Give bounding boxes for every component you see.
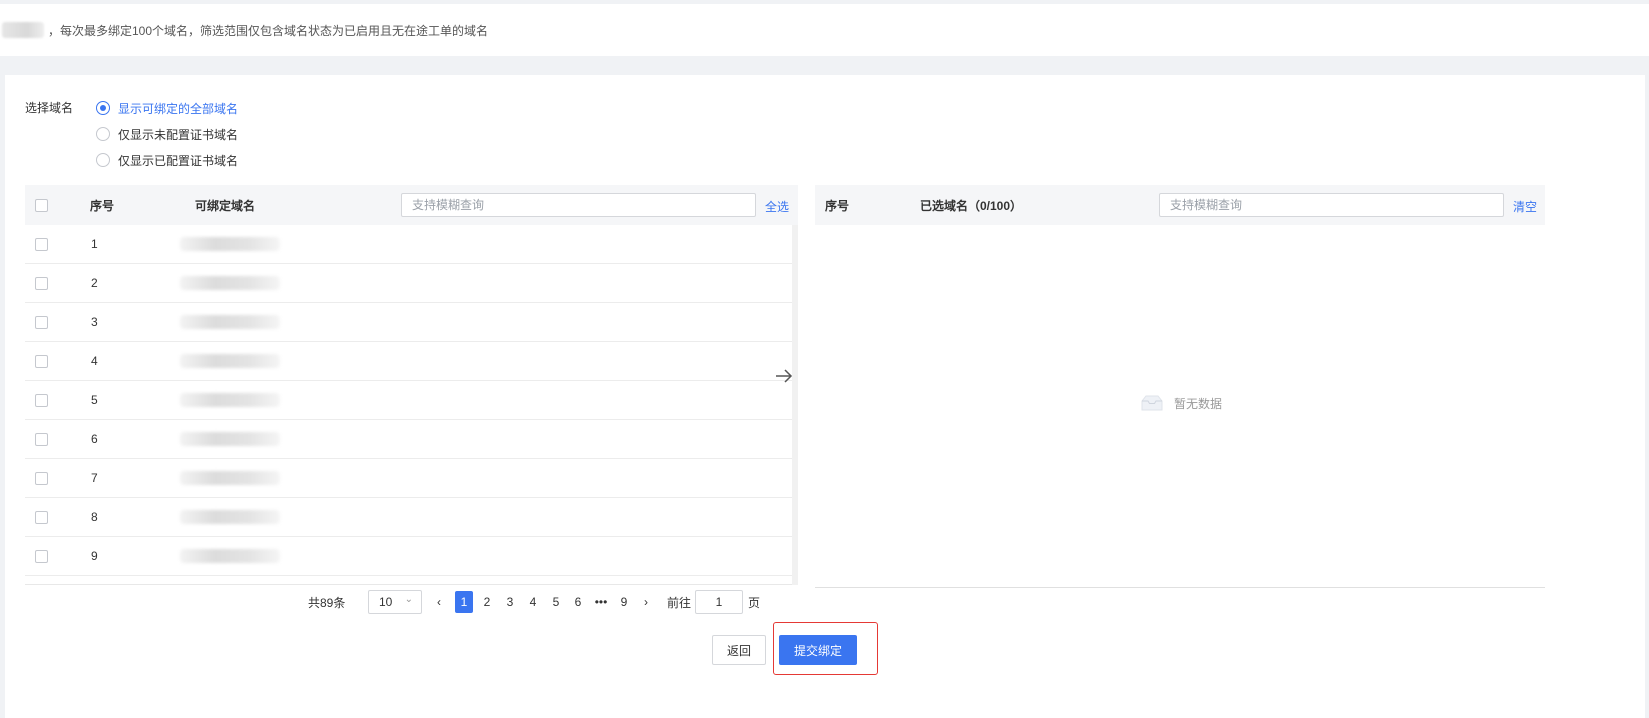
column-header-seq: 序号 — [90, 198, 115, 213]
table-row[interactable]: 7 — [25, 459, 792, 498]
radio-label: 显示可绑定的全部域名 — [118, 101, 239, 116]
row-seq: 5 — [91, 393, 98, 407]
page-2[interactable]: 2 — [478, 591, 496, 613]
page-9[interactable]: 9 — [615, 591, 633, 613]
page-size-select[interactable]: 10 ⌄ — [368, 590, 422, 614]
row-checkbox[interactable] — [35, 276, 48, 290]
radio-show-all[interactable]: 显示可绑定的全部域名 — [96, 95, 238, 121]
row-checkbox[interactable] — [35, 315, 48, 329]
radio-label: 仅显示未配置证书域名 — [118, 127, 239, 142]
notice-bar: ，每次最多绑定100个域名，筛选范围仅包含域名状态为已启用且无在途工单的域名 — [0, 4, 1649, 56]
row-seq: 9 — [91, 549, 98, 563]
redacted-domain — [180, 432, 280, 446]
row-checkbox[interactable] — [35, 549, 48, 563]
prev-page-icon[interactable]: ‹ — [430, 591, 448, 613]
total-count: 共89条 — [308, 595, 346, 610]
column-header-seq: 序号 — [825, 198, 850, 213]
empty-state: 暂无数据 — [1140, 393, 1222, 413]
redacted-domain — [180, 471, 280, 485]
clear-link[interactable]: 清空 — [1513, 198, 1537, 215]
column-header-domain: 可绑定域名 — [195, 198, 256, 213]
row-seq: 2 — [91, 276, 98, 290]
page-4[interactable]: 4 — [524, 591, 542, 613]
main-panel: 选择域名 显示可绑定的全部域名 仅显示未配置证书域名 仅显示已配置证书域名 序号… — [5, 75, 1645, 718]
table-header: 序号 已选域名（0/100） 清空 — [815, 185, 1545, 225]
radio-unchecked-icon — [96, 153, 110, 167]
redacted-domain — [180, 315, 280, 329]
page-5[interactable]: 5 — [547, 591, 565, 613]
row-checkbox[interactable] — [35, 510, 48, 524]
next-page-icon[interactable]: › — [637, 591, 655, 613]
redacted-domain — [180, 549, 280, 563]
select-all-link[interactable]: 全选 — [765, 198, 789, 215]
table-row[interactable]: 2 — [25, 264, 792, 303]
row-checkbox[interactable] — [35, 354, 48, 368]
row-seq: 6 — [91, 432, 98, 446]
page-size-value: 10 — [379, 595, 393, 609]
row-checkbox[interactable] — [35, 432, 48, 446]
available-domains-table: 序号 可绑定域名 全选 1 2 3 4 — [25, 185, 798, 585]
page-3[interactable]: 3 — [501, 591, 519, 613]
chevron-down-icon: ⌄ — [404, 594, 413, 605]
radio-show-unconfigured[interactable]: 仅显示未配置证书域名 — [96, 121, 238, 147]
row-seq: 3 — [91, 315, 98, 329]
select-domain-label: 选择域名 — [25, 101, 74, 115]
selected-domains-table: 序号 已选域名（0/100） 清空 暂无数据 — [815, 185, 1545, 588]
redacted-domain — [180, 510, 280, 524]
column-header-selected: 已选域名（0/100） — [920, 198, 1023, 213]
row-checkbox[interactable] — [35, 471, 48, 485]
table-row[interactable]: 6 — [25, 420, 792, 459]
radio-unchecked-icon — [96, 127, 110, 141]
pagination: 共89条 10 ⌄ ‹ 1 2 3 4 5 6 ••• 9 › 前往 页 — [25, 587, 798, 617]
table-header: 序号 可绑定域名 全选 — [25, 185, 798, 225]
table-row[interactable]: 5 — [25, 381, 792, 420]
vertical-scrollbar[interactable] — [792, 225, 798, 585]
table-row[interactable]: 8 — [25, 498, 792, 537]
arrow-right-icon[interactable] — [773, 365, 795, 387]
row-checkbox[interactable] — [35, 237, 48, 251]
redacted-domain — [180, 237, 280, 251]
table-row[interactable]: 3 — [25, 303, 792, 342]
selected-domain-search-input[interactable] — [1159, 193, 1504, 217]
radio-checked-icon — [96, 101, 110, 115]
table-row[interactable]: 1 — [25, 225, 792, 264]
table-body: 1 2 3 4 5 6 7 8 9 — [25, 225, 798, 585]
jump-page-input[interactable] — [695, 590, 743, 614]
row-checkbox[interactable] — [35, 393, 48, 407]
page-6[interactable]: 6 — [569, 591, 587, 613]
empty-box-icon — [1141, 395, 1163, 411]
back-button[interactable]: 返回 — [712, 635, 766, 665]
radio-label: 仅显示已配置证书域名 — [118, 153, 239, 168]
row-seq: 1 — [91, 237, 98, 251]
page-unit: 页 — [748, 595, 761, 610]
page-1[interactable]: 1 — [455, 591, 473, 613]
jump-label: 前往 — [667, 595, 692, 610]
row-seq: 7 — [91, 471, 98, 485]
more-pages-icon[interactable]: ••• — [592, 591, 610, 613]
redacted-domain — [180, 393, 280, 407]
table-row[interactable]: 10 — [25, 576, 792, 585]
select-all-checkbox[interactable] — [35, 199, 48, 212]
redacted-text — [2, 22, 44, 38]
row-seq: 4 — [91, 354, 98, 368]
redacted-domain — [180, 276, 280, 290]
notice-text: ，每次最多绑定100个域名，筛选范围仅包含域名状态为已启用且无在途工单的域名 — [48, 23, 489, 38]
radio-show-configured[interactable]: 仅显示已配置证书域名 — [96, 147, 238, 173]
empty-text: 暂无数据 — [1174, 396, 1223, 411]
submit-binding-button[interactable]: 提交绑定 — [779, 635, 857, 665]
row-seq: 8 — [91, 510, 98, 524]
table-row[interactable]: 4 — [25, 342, 792, 381]
table-row[interactable]: 9 — [25, 537, 792, 576]
redacted-domain — [180, 354, 280, 368]
available-domain-search-input[interactable] — [401, 193, 756, 217]
domain-filter-radio-group: 显示可绑定的全部域名 仅显示未配置证书域名 仅显示已配置证书域名 — [96, 95, 238, 173]
